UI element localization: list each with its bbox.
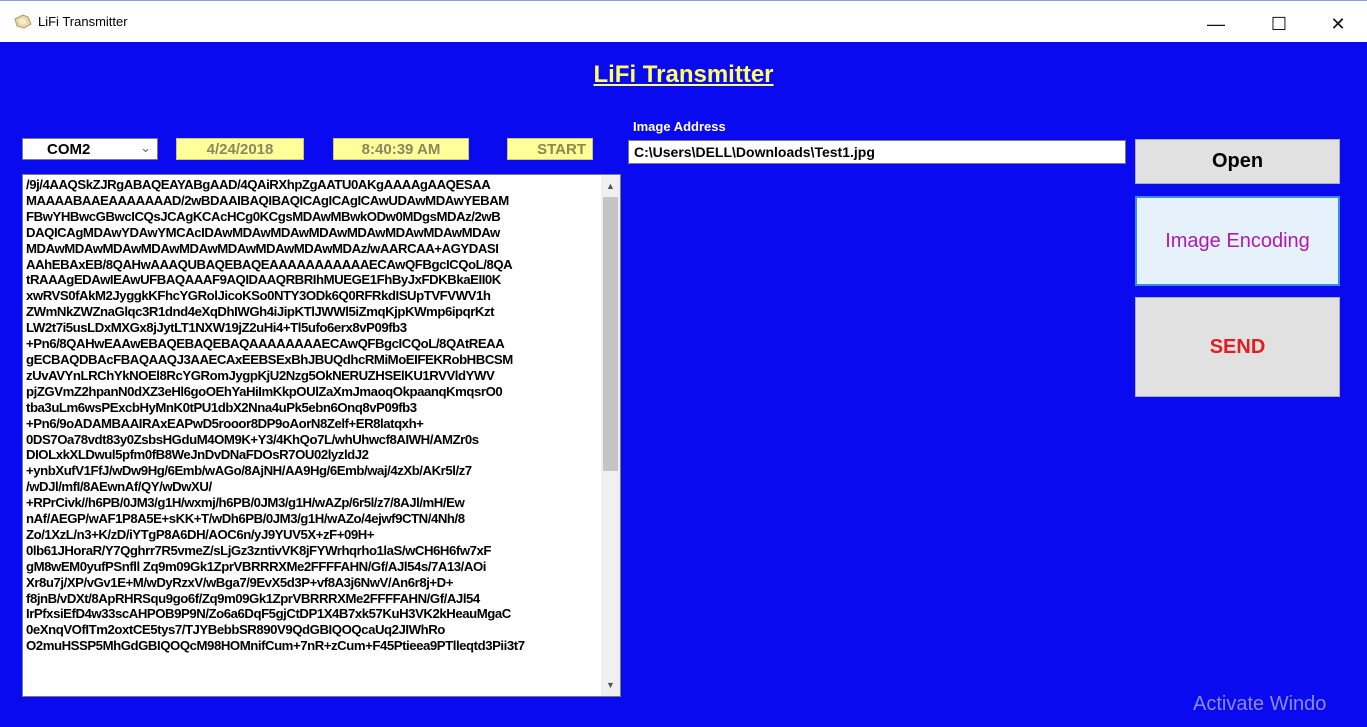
port-select[interactable]: COM2 ⌄ bbox=[22, 138, 158, 160]
open-button-label: Open bbox=[1211, 150, 1264, 172]
maximize-icon: ☐ bbox=[1270, 13, 1288, 34]
vertical-scrollbar[interactable]: ▲ ▼ bbox=[601, 175, 620, 696]
scrollbar-thumb[interactable] bbox=[603, 197, 618, 471]
time-field: 8:40:39 AM bbox=[333, 138, 469, 160]
open-button[interactable]: Open bbox=[1135, 139, 1340, 184]
minimize-icon: — bbox=[1207, 13, 1225, 34]
minimize-button[interactable]: — bbox=[1193, 9, 1239, 39]
app-icon bbox=[14, 14, 32, 29]
activate-windows-watermark: Activate Windo bbox=[1193, 693, 1327, 715]
encoded-text-area[interactable]: /9j/4AAQSkZJRgABAQEAYABgAAD/4QAiRXhpZgAA… bbox=[22, 174, 621, 697]
window-title: LiFi Transmitter bbox=[38, 14, 128, 29]
date-field: 4/24/2018 bbox=[176, 138, 304, 160]
close-button[interactable]: ✕ bbox=[1315, 9, 1361, 39]
send-button[interactable]: SEND bbox=[1135, 297, 1340, 397]
title-bar: LiFi Transmitter — ☐ ✕ bbox=[0, 0, 1367, 42]
image-address-label: Image Address bbox=[633, 119, 726, 134]
close-icon: ✕ bbox=[1330, 13, 1346, 34]
maximize-button[interactable]: ☐ bbox=[1256, 9, 1302, 39]
send-button-label: SEND bbox=[1209, 335, 1266, 358]
port-select-value: COM2 bbox=[47, 141, 91, 158]
app-heading: LiFi Transmitter bbox=[593, 61, 774, 88]
scroll-up-icon[interactable]: ▲ bbox=[601, 175, 620, 197]
image-address-input[interactable]: C:\Users\DELL\Downloads\Test1.jpg bbox=[628, 140, 1126, 164]
chevron-down-icon: ⌄ bbox=[140, 140, 151, 155]
encoded-text: /9j/4AAQSkZJRgABAQEAYABgAAD/4QAiRXhpZgAA… bbox=[26, 177, 525, 654]
main-panel: LiFi Transmitter COM2 ⌄ 4/24/2018 8:40:3… bbox=[0, 42, 1367, 727]
start-indicator[interactable]: START bbox=[507, 138, 593, 160]
image-encoding-button[interactable]: Image Encoding bbox=[1135, 196, 1340, 286]
image-encoding-button-label: Image Encoding bbox=[1165, 229, 1310, 252]
scroll-down-icon[interactable]: ▼ bbox=[601, 674, 620, 696]
